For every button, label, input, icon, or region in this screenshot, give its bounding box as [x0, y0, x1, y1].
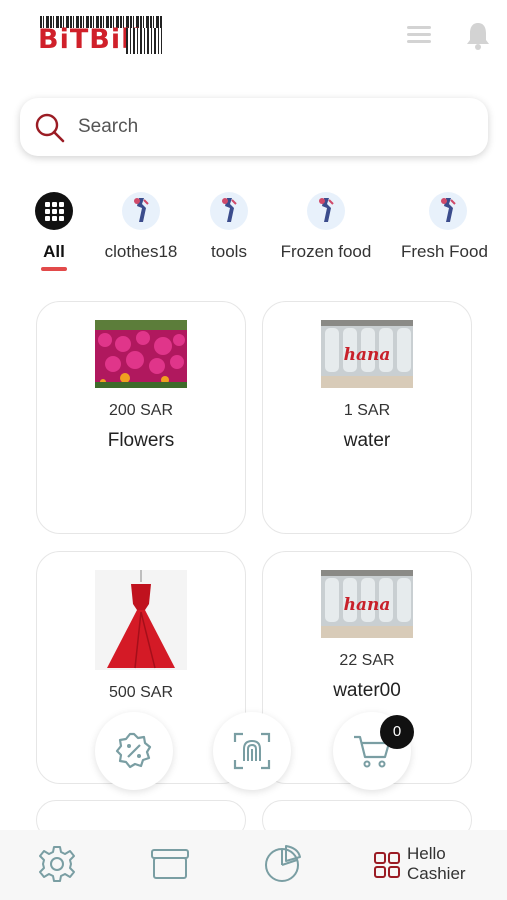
tab-label: All — [43, 242, 65, 261]
tab-fresh-food[interactable]: Fresh Food — [401, 188, 507, 273]
product-price: 1 SAR — [343, 402, 391, 419]
water-bottles-photo: hana — [321, 570, 413, 638]
red-dress-photo — [95, 570, 187, 670]
category-illustration-icon — [122, 192, 160, 230]
product-name: water00 — [333, 680, 401, 701]
discount-button[interactable] — [95, 712, 173, 790]
cart-count-badge: 0 — [380, 715, 414, 749]
cashier-line-2: Cashier — [407, 864, 466, 883]
hamburger-menu-icon[interactable] — [407, 26, 431, 44]
bottom-navigation: Hello Cashier — [0, 830, 507, 900]
tab-label: tools — [211, 242, 247, 261]
svg-text:hana: hana — [344, 345, 391, 365]
settings-gear-icon[interactable] — [37, 844, 77, 884]
tab-label: Frozen food — [280, 242, 372, 261]
category-illustration-icon — [429, 192, 467, 230]
bitbill-logo: BiTBill — [38, 14, 164, 56]
notification-bell-icon[interactable] — [465, 20, 491, 50]
product-card-water[interactable]: hana 1 SAR water — [262, 301, 472, 534]
search-input[interactable] — [78, 110, 468, 144]
cashier-greeting: Hello Cashier — [407, 844, 466, 884]
product-name: water — [343, 430, 391, 451]
category-illustration-icon — [307, 192, 345, 230]
tab-clothes18[interactable]: clothes18 — [100, 188, 182, 273]
product-name: Flowers — [107, 430, 175, 451]
water-bottles-photo: hana — [321, 320, 413, 388]
discount-percent-icon — [115, 732, 152, 769]
flowers-photo — [95, 320, 187, 388]
cashier-line-1: Hello — [407, 844, 446, 863]
tab-frozen-food[interactable]: Frozen food — [276, 188, 376, 273]
search-icon — [35, 113, 65, 143]
tab-tools[interactable]: tools — [206, 188, 252, 273]
grid-icon — [35, 192, 73, 230]
active-tab-indicator — [41, 267, 67, 271]
tab-label: clothes18 — [104, 242, 178, 261]
product-price: 200 SAR — [108, 402, 174, 419]
app-header: BiTBill — [0, 0, 507, 80]
scan-button[interactable] — [213, 712, 291, 790]
category-tabs: All clothes18 tools Frozen food Fresh Fo… — [0, 188, 507, 278]
svg-text:hana: hana — [344, 595, 391, 615]
product-price: 22 SAR — [339, 652, 395, 669]
tab-all[interactable]: All — [34, 188, 74, 273]
product-price: 500 SAR — [108, 684, 174, 701]
cashier-profile[interactable]: Hello Cashier — [374, 838, 504, 892]
dashboard-grid-icon — [374, 852, 400, 878]
pie-chart-icon[interactable] — [263, 844, 303, 884]
tab-label: Fresh Food — [401, 242, 488, 261]
product-card-flowers[interactable]: 200 SAR Flowers — [36, 301, 246, 534]
logo-barcode-tail — [126, 28, 162, 54]
search-bar[interactable] — [20, 98, 488, 156]
category-illustration-icon — [210, 192, 248, 230]
fingerprint-scan-icon — [233, 732, 271, 770]
archive-box-icon[interactable] — [150, 844, 190, 884]
